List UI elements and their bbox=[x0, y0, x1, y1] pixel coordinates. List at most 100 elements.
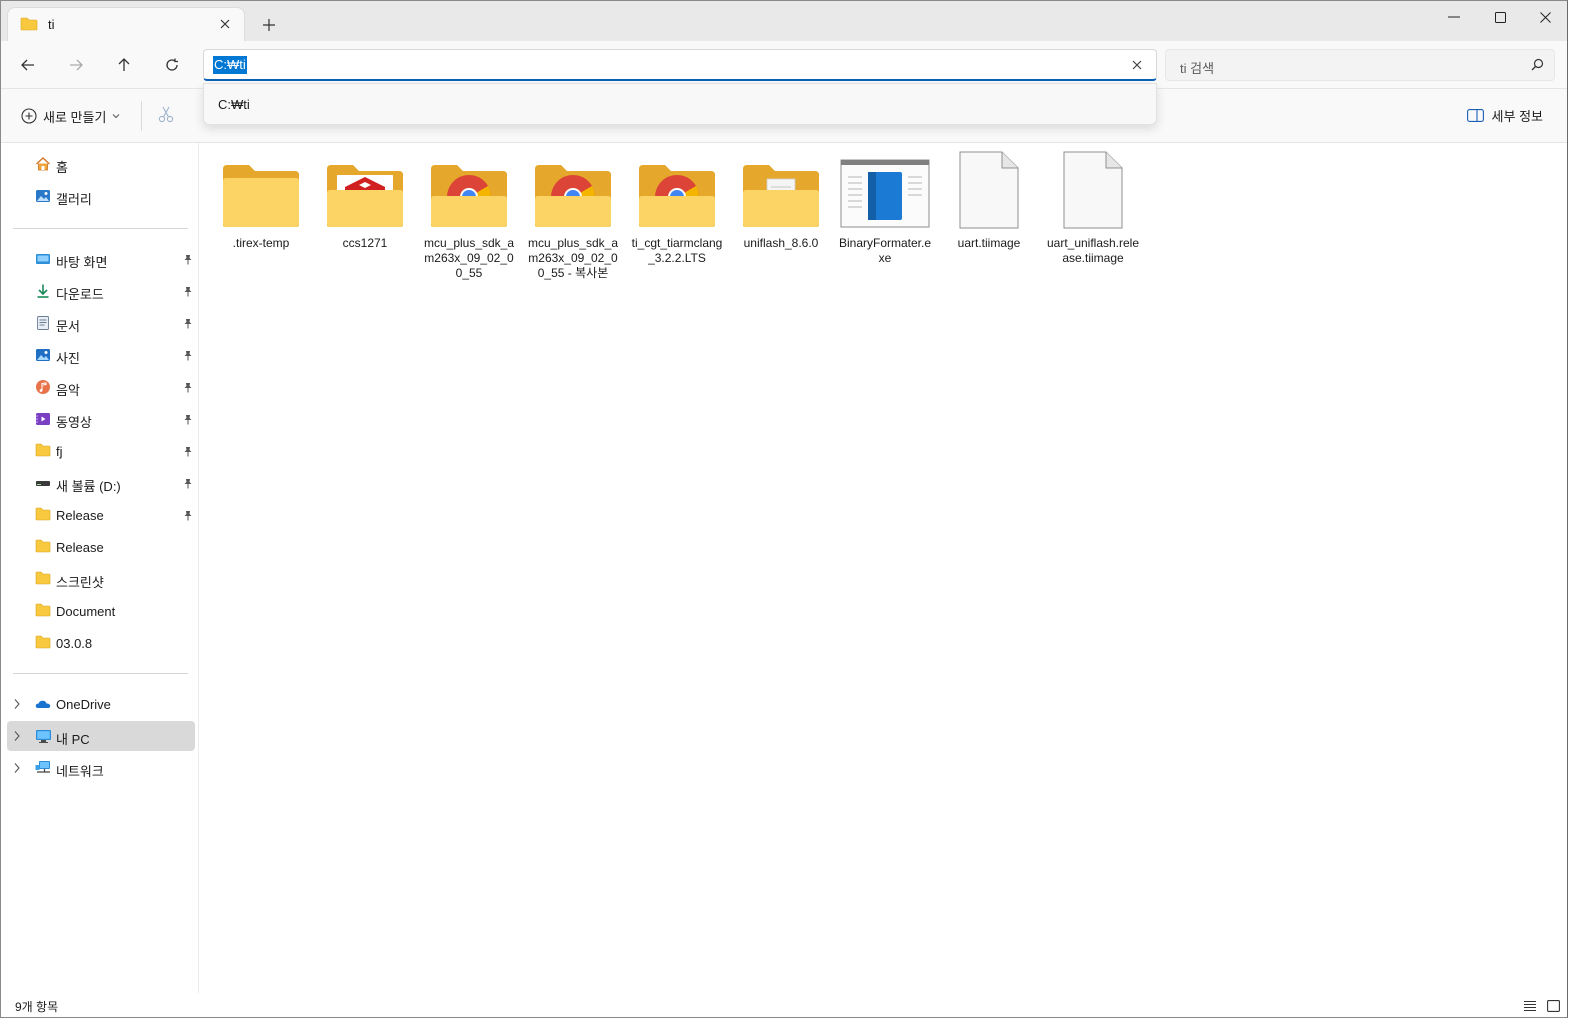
refresh-button[interactable] bbox=[157, 51, 187, 79]
new-button-label: 새로 만들기 bbox=[43, 109, 107, 125]
desktop-icon bbox=[35, 251, 51, 267]
back-button[interactable] bbox=[13, 51, 43, 79]
sidebar-item-pictures[interactable]: 사진 bbox=[7, 340, 195, 370]
close-tab-icon[interactable] bbox=[214, 13, 236, 35]
pin-icon[interactable] bbox=[183, 349, 193, 364]
sidebar-item-label: Release bbox=[56, 508, 104, 523]
sidebar-item-label: 내 PC bbox=[56, 732, 90, 747]
clear-address-icon[interactable] bbox=[1128, 56, 1146, 74]
tab-label: ti bbox=[48, 17, 55, 32]
sidebar-item-home[interactable]: 홈 bbox=[7, 149, 195, 179]
pin-icon[interactable] bbox=[183, 413, 193, 428]
sidebar-item-label: 갤러리 bbox=[56, 192, 92, 207]
network-icon bbox=[35, 760, 51, 776]
new-tab-button[interactable] bbox=[257, 13, 281, 37]
sidebar-item-03-0-8[interactable]: 03.0.8 bbox=[7, 628, 195, 658]
pin-icon[interactable] bbox=[183, 317, 193, 332]
pin-icon[interactable] bbox=[183, 381, 193, 396]
sidebar-item-label: 새 볼륨 (D:) bbox=[56, 479, 121, 494]
home-icon bbox=[35, 156, 51, 172]
close-window-button[interactable] bbox=[1522, 1, 1567, 33]
sidebar-item-music[interactable]: 음악 bbox=[7, 372, 195, 402]
sidebar-item-downloads[interactable]: 다운로드 bbox=[7, 276, 195, 306]
file-explorer-window: ti C:₩ti ti 검색 C:₩ti 새로 만들기 세부 정보 홈 갤러리 … bbox=[0, 0, 1568, 1018]
sidebar-item-gallery[interactable]: 갤러리 bbox=[7, 181, 195, 211]
search-icon[interactable] bbox=[1531, 58, 1544, 74]
sidebar-item-release[interactable]: Release bbox=[7, 532, 195, 562]
folder-icon bbox=[35, 571, 51, 587]
chevron-right-icon[interactable] bbox=[13, 762, 21, 777]
new-button[interactable]: 새로 만들기 bbox=[21, 105, 120, 127]
file-item[interactable]: ti_cgt_tiarmclang_3.2.2.LTS bbox=[629, 149, 725, 266]
file-icon bbox=[1045, 149, 1141, 229]
file-item[interactable]: uart.tiimage bbox=[941, 149, 1037, 251]
pin-icon[interactable] bbox=[183, 477, 193, 492]
videos-icon bbox=[35, 411, 51, 427]
file-item[interactable]: BinaryFormater.exe bbox=[837, 149, 933, 266]
file-item[interactable]: uniflash_8.6.0 bbox=[733, 149, 829, 251]
title-bar: ti bbox=[1, 1, 1567, 41]
item-count: 9개 항목 bbox=[15, 1000, 59, 1014]
sidebar-item-desktop[interactable]: 바탕 화면 bbox=[7, 244, 195, 274]
pictures-icon bbox=[35, 347, 51, 363]
toolbar-separator bbox=[141, 101, 142, 131]
folder-icon bbox=[35, 603, 51, 619]
navigation-bar: C:₩ti ti 검색 bbox=[1, 41, 1567, 89]
file-name: ti_cgt_tiarmclang_3.2.2.LTS bbox=[631, 236, 723, 265]
file-item[interactable]: ccs1271 bbox=[317, 149, 413, 251]
maximize-button[interactable] bbox=[1477, 1, 1523, 33]
pin-icon[interactable] bbox=[183, 285, 193, 300]
address-input[interactable]: C:₩ti bbox=[213, 56, 247, 74]
pin-icon[interactable] bbox=[183, 445, 193, 460]
chevron-right-icon[interactable] bbox=[13, 698, 21, 713]
address-suggestion-item[interactable]: C:₩ti bbox=[218, 97, 250, 112]
sidebar-item-document[interactable]: Document bbox=[7, 596, 195, 626]
file-item[interactable]: mcu_plus_sdk_am263x_09_02_00_55 bbox=[421, 149, 517, 281]
cut-button[interactable] bbox=[157, 105, 175, 126]
music-icon bbox=[35, 379, 51, 395]
minimize-button[interactable] bbox=[1431, 1, 1477, 33]
sidebar-item-volume-d[interactable]: 새 볼륨 (D:) bbox=[7, 468, 195, 498]
folder-icon bbox=[35, 539, 51, 555]
sidebar-item-label: 문서 bbox=[56, 319, 80, 334]
folder-icon bbox=[213, 149, 309, 229]
sidebar-item-network[interactable]: 네트워크 bbox=[7, 753, 195, 783]
details-button[interactable]: 세부 정보 bbox=[1466, 106, 1543, 125]
pin-icon[interactable] bbox=[183, 509, 193, 524]
forward-button[interactable] bbox=[61, 51, 91, 79]
folder-icon bbox=[35, 507, 51, 523]
chevron-right-icon[interactable] bbox=[13, 730, 21, 745]
details-view-icon[interactable] bbox=[1521, 997, 1539, 1015]
sidebar-item-this-pc[interactable]: 내 PC bbox=[7, 721, 195, 751]
sidebar-item-onedrive[interactable]: OneDrive bbox=[7, 689, 195, 719]
file-name: uart_uniflash.release.tiimage bbox=[1046, 236, 1140, 265]
download-icon bbox=[35, 283, 51, 299]
pin-icon[interactable] bbox=[183, 253, 193, 268]
tab-ti[interactable]: ti bbox=[7, 7, 245, 41]
sidebar-item-release-pinned[interactable]: Release bbox=[7, 500, 195, 530]
large-icons-view-icon[interactable] bbox=[1544, 997, 1562, 1015]
scissors-icon bbox=[158, 106, 174, 123]
search-placeholder: ti 검색 bbox=[1180, 61, 1215, 76]
sidebar-item-fj[interactable]: fj bbox=[7, 436, 195, 466]
sidebar-item-label: 네트워크 bbox=[56, 764, 104, 779]
sidebar-item-documents[interactable]: 문서 bbox=[7, 308, 195, 338]
file-name: BinaryFormater.exe bbox=[838, 236, 932, 265]
sidebar-divider bbox=[13, 673, 188, 674]
file-name: uniflash_8.6.0 bbox=[743, 236, 819, 250]
details-button-label: 세부 정보 bbox=[1491, 109, 1543, 124]
ccs-folder-icon bbox=[317, 149, 413, 229]
up-button[interactable] bbox=[109, 51, 139, 79]
search-box[interactable]: ti 검색 bbox=[1165, 49, 1555, 81]
documents-icon bbox=[35, 315, 51, 331]
file-item[interactable]: mcu_plus_sdk_am263x_09_02_00_55 - 복사본 bbox=[525, 149, 621, 281]
file-list: .tirex-temp ccs1271 mcu_plus_sdk_am263x_… bbox=[199, 143, 1567, 993]
file-name: mcu_plus_sdk_am263x_09_02_00_55 - 복사본 bbox=[527, 236, 619, 280]
sidebar-item-videos[interactable]: 동영상 bbox=[7, 404, 195, 434]
file-item[interactable]: uart_uniflash.release.tiimage bbox=[1045, 149, 1141, 266]
file-item[interactable]: .tirex-temp bbox=[213, 149, 309, 251]
sidebar-item-label: OneDrive bbox=[56, 697, 111, 712]
sidebar-item-screenshots[interactable]: 스크린샷 bbox=[7, 564, 195, 594]
chrome-folder-icon bbox=[525, 149, 621, 229]
address-bar[interactable]: C:₩ti bbox=[203, 49, 1157, 81]
